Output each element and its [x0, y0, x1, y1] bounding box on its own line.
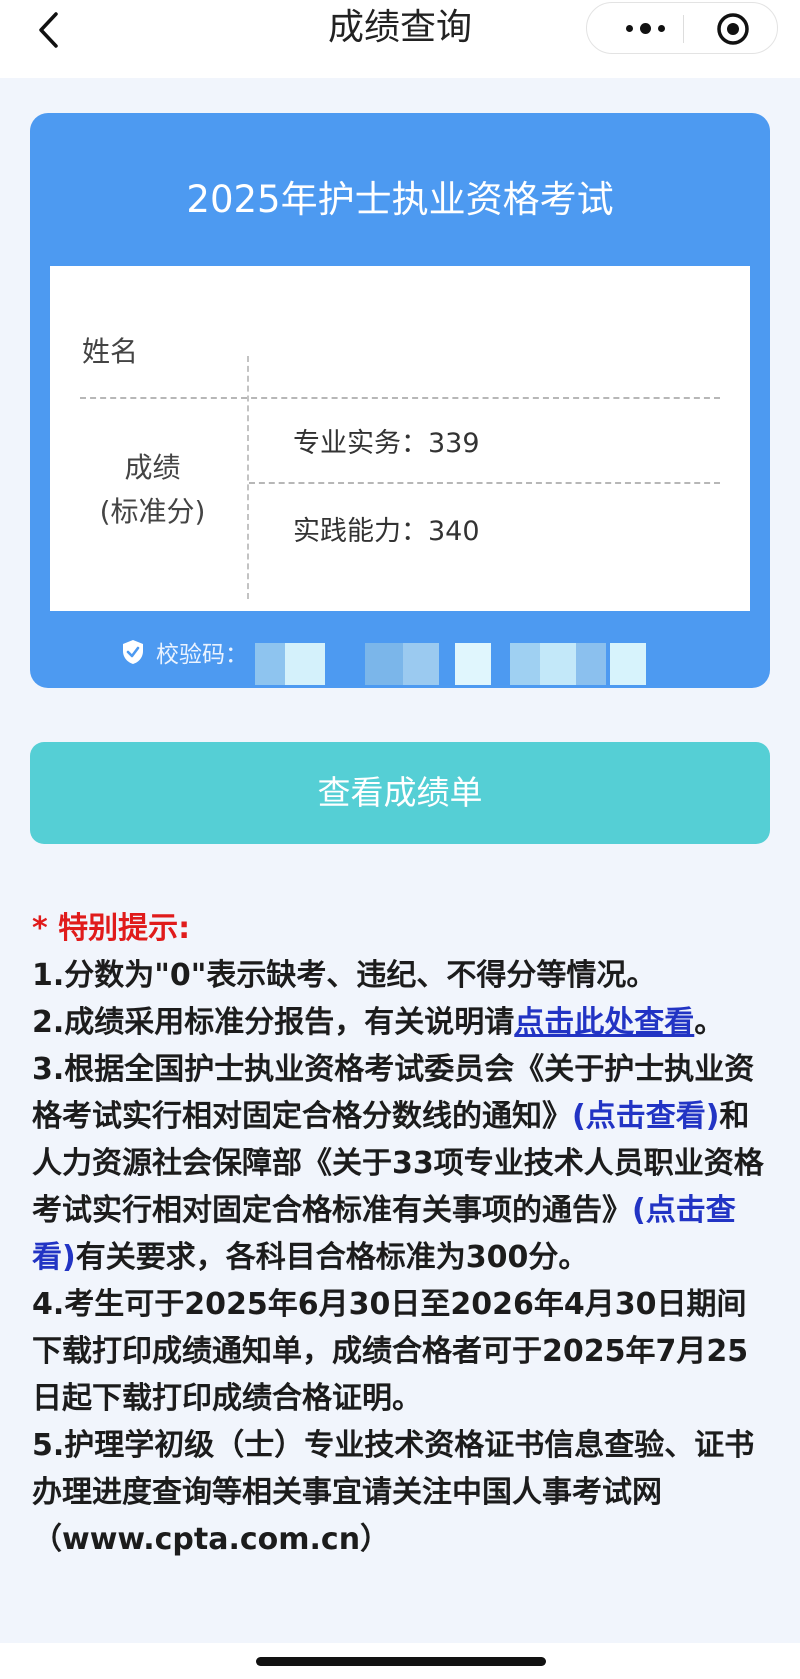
subject-label: 专业实务： — [293, 428, 428, 459]
notice-item-3: 3.根据全国护士执业资格考试委员会《关于护士执业资格考试实行相对固定合格分数线的… — [32, 1046, 774, 1281]
target-circle-icon — [717, 13, 749, 45]
score-row-practice: 实践能力：340 — [293, 509, 480, 548]
view-notice-link[interactable]: (点击查看) — [572, 1099, 719, 1134]
more-button[interactable] — [615, 3, 675, 53]
score-value: 340 — [428, 516, 480, 547]
score-card: 2025年护士执业资格考试 姓名 成绩 (标准分) 专业实务：339 实践能力：… — [30, 113, 770, 688]
special-notice: * 特别提示: 1.分数为"0"表示缺考、违纪、不得分等情况。 2.成绩采用标准… — [32, 905, 774, 1563]
score-value: 339 — [428, 428, 480, 459]
verify-code-label: 校验码： — [156, 642, 248, 668]
column-divider — [247, 356, 249, 599]
notice-text: 有关要求，各科目合格标准为300分。 — [75, 1240, 589, 1275]
score-label-line2: (标准分) — [99, 495, 206, 528]
more-dots-icon — [625, 22, 665, 34]
notice-item-4: 4.考生可于2025年6月30日至2026年4月30日期间下载打印成绩通知单，成… — [32, 1287, 749, 1416]
notice-item-5: 5.护理学初级（士）专业技术资格证书信息查验、证书办理进度查询等相关事宜请关注中… — [32, 1428, 755, 1557]
close-button[interactable] — [715, 11, 751, 47]
verify-code-mosaic — [255, 643, 660, 685]
score-label-line1: 成绩 — [124, 451, 181, 484]
exam-title: 2025年护士执业资格考试 — [186, 178, 614, 221]
notice-item-1: 1.分数为"0"表示缺考、违纪、不得分等情况。 — [32, 958, 657, 993]
capsule-divider — [683, 15, 684, 43]
divider — [80, 397, 720, 399]
score-row-professional: 专业实务：339 — [293, 421, 480, 460]
home-indicator[interactable] — [256, 1657, 546, 1666]
verify-code-row: 校验码： — [120, 635, 248, 669]
notice-text: 2.成绩采用标准分报告，有关说明请 — [32, 1005, 515, 1040]
explanation-link[interactable]: 点击此处查看 — [514, 1005, 694, 1040]
score-label: 成绩 (标准分) — [70, 446, 235, 534]
notice-heading: * 特别提示: — [32, 911, 191, 946]
shield-check-icon — [123, 640, 143, 664]
divider — [249, 482, 720, 484]
top-navigation-bar: 成绩查询 — [0, 0, 800, 78]
notice-text: 。 — [694, 1005, 725, 1040]
notice-item-2: 2.成绩采用标准分报告，有关说明请点击此处查看。 — [32, 999, 774, 1046]
score-table: 姓名 成绩 (标准分) 专业实务：339 实践能力：340 — [50, 266, 750, 611]
view-scorecard-button[interactable]: 查看成绩单 — [30, 742, 770, 844]
subject-label: 实践能力： — [293, 516, 428, 547]
name-label: 姓名 — [82, 335, 139, 368]
mini-program-capsule — [586, 2, 778, 54]
